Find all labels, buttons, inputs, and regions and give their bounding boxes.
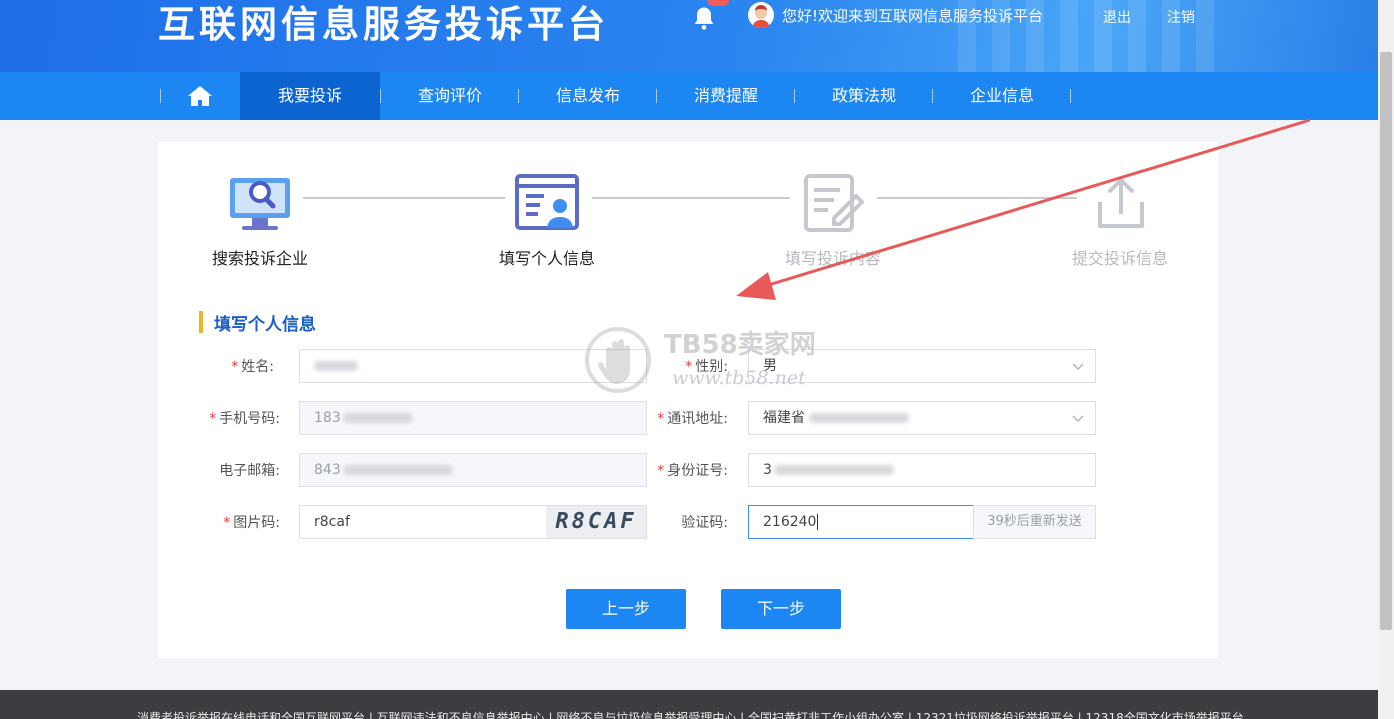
redacted-value (773, 465, 894, 475)
welcome-text: 您好!欢迎来到互联网信息服务投诉平台 (782, 7, 1044, 25)
phone-label: * 手机号码: (209, 411, 280, 427)
main-nav: 我要投诉 查询评价 信息发布 消费提醒 政策法规 企业信息 (0, 72, 1378, 120)
watermark-url: www.tb58.net (672, 367, 806, 389)
section-accent-bar (199, 311, 203, 333)
sms-code-label: 验证码: (681, 515, 728, 531)
chevron-down-icon (1072, 363, 1084, 371)
address-label: * 通讯地址: (657, 411, 728, 427)
nav-home[interactable] (160, 72, 240, 120)
step-connector (592, 197, 790, 199)
site-footer: 消费者投诉举报在线电话和全国互联网平台 | 互联网违法和不良信息举报中心 | 网… (0, 690, 1378, 719)
email-label: 电子邮箱: (219, 463, 280, 479)
text-cursor (817, 514, 819, 530)
redacted-value (342, 413, 413, 423)
bell-icon[interactable] (690, 4, 718, 32)
step-label-personal-info: 填写个人信息 (498, 249, 595, 268)
section-title: 填写个人信息 (214, 315, 316, 335)
resend-code-button[interactable]: 39秒后重新发送 (973, 505, 1096, 539)
id-card-input[interactable]: 3 (748, 453, 1096, 487)
step-label-complaint-content: 填写投诉内容 (784, 249, 881, 268)
search-monitor-icon (230, 178, 290, 230)
sms-code-input[interactable]: 216240 (748, 505, 974, 539)
nav-separator (1070, 89, 1071, 103)
step-connector (877, 197, 1077, 199)
nav-item-complaint[interactable]: 我要投诉 (240, 72, 380, 120)
nav-item-policy[interactable]: 政策法规 (794, 72, 934, 120)
site-header: 互联网信息服务投诉平台 您好!欢迎来到互联网信息服务投诉平台 退出 注销 (0, 0, 1378, 72)
cancel-account-link[interactable]: 注销 (1167, 7, 1195, 27)
redacted-value (342, 465, 453, 475)
next-step-button[interactable]: 下一步 (721, 589, 841, 629)
email-input[interactable]: 843 (299, 453, 647, 487)
nav-item-publish[interactable]: 信息发布 (518, 72, 658, 120)
footer-links[interactable]: 消费者投诉举报在线电话和全国互联网平台 | 互联网违法和不良信息举报中心 | 网… (137, 709, 1244, 719)
step-connector (303, 197, 505, 199)
id-card-label: * 身份证号: (657, 463, 728, 479)
notification-badge (707, 0, 729, 6)
logout-link[interactable]: 退出 (1103, 7, 1131, 27)
phone-input[interactable]: 183 (299, 401, 647, 435)
prev-step-button[interactable]: 上一步 (566, 589, 686, 629)
avatar[interactable] (748, 2, 774, 28)
nav-item-company[interactable]: 企业信息 (932, 72, 1072, 120)
nav-item-consumer-alert[interactable]: 消费提醒 (656, 72, 796, 120)
chevron-down-icon (1072, 415, 1084, 423)
watermark-text: TB58卖家网 (664, 330, 816, 360)
home-icon (188, 86, 212, 106)
edit-document-icon (804, 174, 864, 232)
redacted-value (314, 361, 358, 371)
site-title: 互联网信息服务投诉平台 (158, 3, 609, 46)
nav-item-query[interactable]: 查询评价 (380, 72, 520, 120)
form-card (158, 142, 1218, 658)
personal-info-icon (515, 174, 579, 230)
step-label-submit: 提交投诉信息 (1071, 249, 1168, 268)
redacted-value (809, 413, 909, 423)
address-select[interactable]: 福建省 (748, 401, 1096, 435)
scrollbar-thumb[interactable] (1380, 52, 1392, 630)
captcha-label: * 图片码: (223, 515, 280, 531)
step-label-search: 搜索投诉企业 (211, 249, 308, 268)
name-label: * 姓名: (231, 359, 274, 375)
upload-icon (1098, 178, 1144, 228)
watermark-hand-logo (585, 327, 651, 393)
